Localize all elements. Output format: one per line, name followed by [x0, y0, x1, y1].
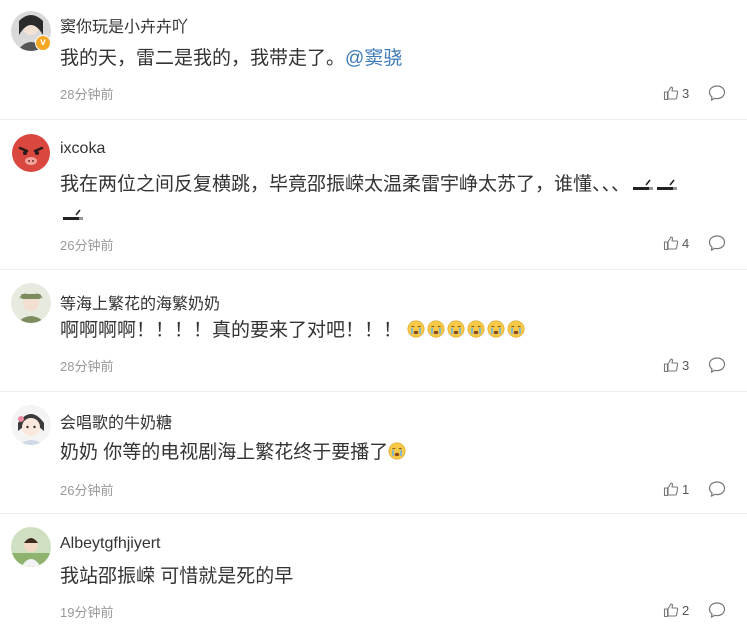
like-button[interactable]: 3: [663, 356, 703, 374]
like-count: 2: [682, 602, 690, 618]
thumbs-up-icon: [663, 86, 679, 101]
crying-face-emoji: [507, 320, 525, 338]
comment-bubble-icon[interactable]: [708, 356, 726, 374]
avatar[interactable]: [11, 133, 51, 173]
like-button[interactable]: 2: [663, 601, 703, 619]
timestamp: 28分钟前: [60, 359, 114, 374]
emoji-row: [407, 320, 527, 341]
thumbs-up-icon: [663, 236, 679, 251]
username[interactable]: 会唱歌的牛奶糖: [60, 409, 172, 433]
timestamp: 19分钟前: [60, 605, 114, 620]
comment-text: 我站邵振嵘 可惜就是死的早: [60, 562, 730, 592]
smoking-emoji: [657, 179, 678, 190]
like-count: 3: [682, 357, 690, 373]
like-button[interactable]: 3: [663, 84, 703, 102]
crying-face-emoji: [467, 320, 485, 338]
verified-badge-icon: v: [35, 35, 51, 51]
thumbs-up-icon: [663, 358, 679, 373]
comment-item: Albeytgfhjiyert 我站邵振嵘 可惜就是死的早 19分钟前 2: [0, 514, 747, 628]
smoking-emoji: [633, 179, 654, 190]
comment-item: 等海上繁花的海繁奶奶 啊啊啊啊！！！！真的要来了对吧！！！ 28分钟前 3: [0, 270, 747, 392]
username[interactable]: ixcoka: [60, 140, 105, 158]
username[interactable]: Albeytgfhjiyert: [60, 535, 161, 553]
like-count: 3: [682, 85, 690, 101]
comment-text: 奶奶 你等的电视剧海上繁花终于要播了: [60, 438, 730, 468]
avatar[interactable]: [11, 283, 51, 323]
crying-face-emoji: [407, 320, 425, 338]
comment-bubble-icon[interactable]: [708, 84, 726, 102]
comment-item: v 窦你玩是小卉卉吖 我的天，雷二是我的，我带走了。@窦骁 28分钟前 3: [0, 0, 747, 120]
crying-face-emoji: [388, 442, 406, 460]
mention-link[interactable]: @窦骁: [345, 48, 402, 69]
comment-item: 会唱歌的牛奶糖 奶奶 你等的电视剧海上繁花终于要播了 26分钟前 1: [0, 392, 747, 514]
timestamp: 26分钟前: [60, 238, 114, 253]
timestamp: 28分钟前: [60, 87, 114, 102]
like-button[interactable]: 4: [663, 234, 703, 252]
timestamp: 26分钟前: [60, 483, 114, 498]
avatar[interactable]: [11, 527, 51, 567]
crying-face-emoji: [427, 320, 445, 338]
comment-text: 我在两位之间反复横跳，毕竟邵振嵘太温柔雷宇峥太苏了，谁懂、、、: [60, 170, 730, 230]
crying-face-emoji: [447, 320, 465, 338]
avatar[interactable]: [11, 405, 51, 445]
comment-item: ixcoka 我在两位之间反复横跳，毕竟邵振嵘太温柔雷宇峥太苏了，谁懂、、、 2…: [0, 120, 747, 270]
comment-bubble-icon[interactable]: [708, 480, 726, 498]
comment-feed: v 窦你玩是小卉卉吖 我的天，雷二是我的，我带走了。@窦骁 28分钟前 3 ix…: [0, 0, 747, 628]
comment-bubble-icon[interactable]: [708, 234, 726, 252]
comment-text: 我的天，雷二是我的，我带走了。@窦骁: [60, 44, 730, 74]
comment-body: 奶奶 你等的电视剧海上繁花终于要播了: [60, 442, 389, 463]
comment-body: 我站邵振嵘 可惜就是死的早: [60, 566, 294, 587]
username[interactable]: 窦你玩是小卉卉吖: [60, 13, 188, 37]
thumbs-up-icon: [663, 482, 679, 497]
like-button[interactable]: 1: [663, 480, 703, 498]
crying-face-emoji: [487, 320, 505, 338]
like-count: 4: [682, 235, 690, 251]
comment-body: 我在两位之间反复横跳，毕竟邵振嵘太温柔雷宇峥太苏了，谁懂、、、: [60, 174, 631, 195]
comment-body: 啊啊啊啊！！！！真的要来了对吧！！！: [60, 320, 403, 341]
like-count: 1: [682, 481, 690, 497]
comment-text: 啊啊啊啊！！！！真的要来了对吧！！！: [60, 316, 730, 346]
comment-bubble-icon[interactable]: [708, 601, 726, 619]
smoking-emoji: [63, 209, 83, 220]
comment-body: 我的天，雷二是我的，我带走了。: [60, 48, 346, 69]
thumbs-up-icon: [663, 603, 679, 618]
username[interactable]: 等海上繁花的海繁奶奶: [60, 290, 220, 314]
